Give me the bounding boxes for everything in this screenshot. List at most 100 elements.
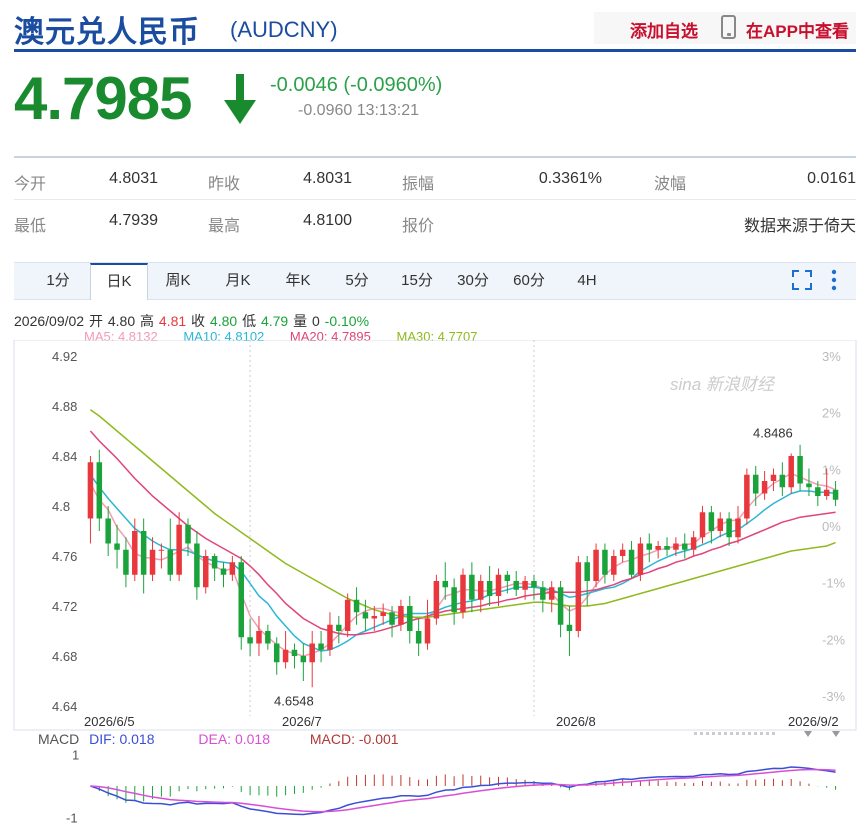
candle-body <box>611 556 617 575</box>
tab-1[interactable]: 日K <box>90 263 148 300</box>
prev-close-value: 4.8031 <box>303 170 352 187</box>
price-change: -0.0046 (-0.0960%) <box>270 74 443 96</box>
candle-body <box>336 624 342 631</box>
y-tick-label: 4.88 <box>52 399 77 414</box>
stats-row-divider <box>14 199 856 200</box>
more-vertical-icon[interactable] <box>828 268 840 292</box>
nav-down-icon <box>804 731 812 737</box>
tab-8[interactable]: 60分 <box>502 263 556 299</box>
candle-body <box>735 518 741 538</box>
candle-body <box>761 481 768 494</box>
down-arrow-icon <box>224 74 256 124</box>
candle-body <box>673 543 679 550</box>
candle-body <box>398 606 404 625</box>
candle-body <box>149 549 156 575</box>
min-annotation: 4.6548 <box>274 694 314 709</box>
ohlc-low-label: 低 <box>242 313 257 329</box>
ohlc-date: 2026/09/02 <box>14 313 85 329</box>
tab-5[interactable]: 5分 <box>330 263 384 299</box>
candle-body <box>114 543 120 550</box>
tab-2[interactable]: 周K <box>150 263 206 299</box>
x-tick-label: 2026/9/2 <box>788 714 839 729</box>
candle-body <box>797 456 803 484</box>
candle-body <box>273 643 280 663</box>
nav-dot <box>724 732 727 735</box>
candle-body <box>823 489 830 496</box>
quote-label: 报价 <box>402 218 435 235</box>
candle-body <box>158 549 165 551</box>
candle-body <box>637 543 644 575</box>
x-tick-label: 2026/7 <box>282 714 322 729</box>
tab-7[interactable]: 30分 <box>446 263 500 299</box>
candle-body <box>194 543 200 588</box>
candle-body <box>424 618 431 644</box>
macd-dea: DEA: 0.018 <box>198 731 270 747</box>
candle-body <box>132 531 138 575</box>
tab-4[interactable]: 年K <box>270 263 326 299</box>
candle-body <box>238 562 244 638</box>
y2-tick-label: -3% <box>822 689 846 704</box>
open-value: 4.8031 <box>109 170 158 187</box>
macd-dif: DIF: 0.018 <box>89 731 155 747</box>
data-source: 数据来源于倚天 <box>743 218 856 235</box>
instrument-name: 澳元兑人民币 <box>14 16 200 49</box>
add-watchlist-button[interactable]: 添加自选 <box>630 17 698 42</box>
candle-body <box>389 612 395 625</box>
x-tick-label: 2026/6/5 <box>84 714 135 729</box>
candle-body <box>540 587 546 600</box>
view-in-app-button[interactable]: 在APP中查看 <box>746 17 849 42</box>
candle-body <box>460 574 466 613</box>
candle-body <box>788 456 794 488</box>
change-time: -0.0960 13:13:21 <box>298 102 419 119</box>
nav-dot <box>700 732 703 735</box>
candle-body <box>646 543 653 550</box>
candle-body <box>353 599 360 613</box>
current-price: 4.7985 <box>14 65 193 132</box>
macd-value: MACD: -0.001 <box>309 731 399 747</box>
nav-dot <box>736 732 739 735</box>
ma-line-ma10 <box>89 474 836 652</box>
watermark: sina 新浪财经 <box>670 375 776 394</box>
candle-body <box>699 512 706 538</box>
tab-9[interactable]: 4H <box>560 263 614 299</box>
candle-body <box>522 581 528 590</box>
nav-dot <box>694 732 697 735</box>
candle-body <box>309 643 315 663</box>
macd-chart[interactable]: 1 -1 <box>0 748 865 824</box>
nav-dot <box>730 732 733 735</box>
nav-dot <box>754 732 757 735</box>
candle-body <box>380 612 386 616</box>
candle-body <box>548 587 555 600</box>
y2-tick-label: 3% <box>822 349 841 364</box>
candle-body <box>407 606 413 631</box>
y-tick-label: 4.64 <box>52 699 77 714</box>
candle-body <box>371 616 378 619</box>
tab-6[interactable]: 15分 <box>390 263 444 299</box>
period-tabs: 1分 日K 周K 月K 年K 5分 15分 30分 60分 4H <box>14 262 856 300</box>
fullscreen-icon[interactable] <box>792 270 812 290</box>
high-label: 最高 <box>208 218 241 235</box>
nav-dot <box>706 732 709 735</box>
nav-dot <box>718 732 721 735</box>
wave-value: 0.0161 <box>807 170 856 187</box>
y-tick-label: 4.92 <box>52 349 77 364</box>
candle-body <box>300 656 307 663</box>
candle-body <box>433 581 440 619</box>
ohlc-high-label: 高 <box>140 313 154 329</box>
wave-label: 波幅 <box>654 176 687 193</box>
tab-0[interactable]: 1分 <box>30 263 86 299</box>
candle-body <box>832 489 839 500</box>
candle-body <box>477 581 484 600</box>
nav-dot <box>742 732 745 735</box>
candle-body <box>682 543 688 550</box>
tab-3[interactable]: 月K <box>210 263 266 299</box>
ohlc-low: 4.79 <box>260 313 289 329</box>
kline-chart[interactable]: sina 新浪财经 4.92 4.88 4.84 4.8 4.76 4.72 4.68 4.64… <box>0 340 865 740</box>
y-tick-label: 4.84 <box>52 449 77 464</box>
candle-body <box>504 574 511 581</box>
nav-dot <box>772 732 775 735</box>
candle-body <box>584 562 590 581</box>
macd-tick-label: -1 <box>66 811 78 824</box>
ohlc-close: 4.80 <box>209 313 238 329</box>
candle-body <box>752 474 759 494</box>
